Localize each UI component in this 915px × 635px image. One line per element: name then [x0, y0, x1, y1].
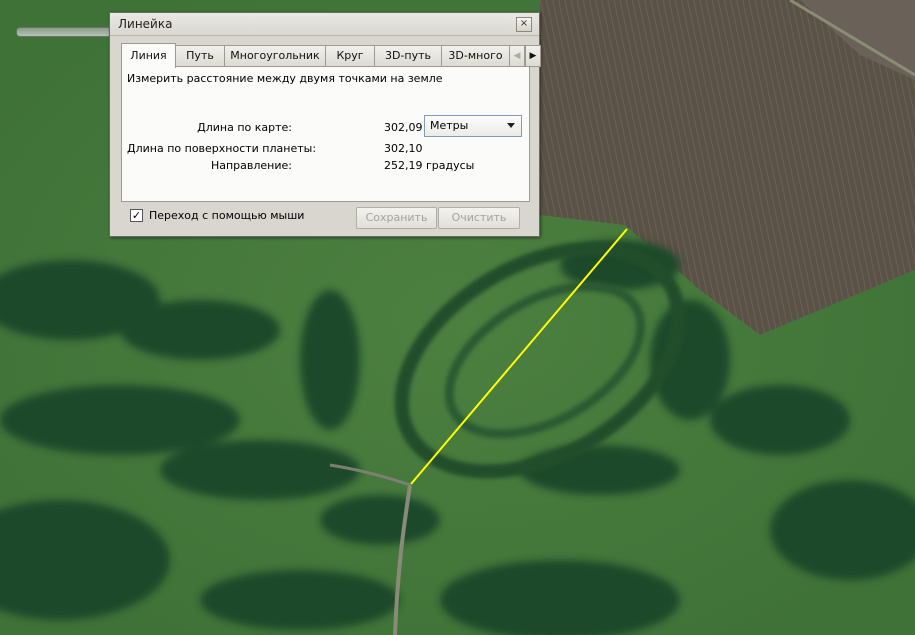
mouse-navigation-checkbox[interactable]: ✓ — [130, 209, 143, 222]
chevron-down-icon — [507, 123, 515, 128]
map-length-value: 302,09 — [384, 121, 423, 134]
tab-strip: Линия Путь Многоугольник Круг 3D-путь 3D… — [121, 43, 541, 68]
ruler-dialog: Линейка × Линия Путь Многоугольник Круг … — [109, 12, 541, 237]
chevron-right-icon[interactable]: ▶ — [525, 45, 541, 67]
tab-panel: Измерить расстояние между двумя точками … — [121, 66, 530, 202]
panel-description: Измерить расстояние между двумя точками … — [127, 72, 443, 85]
surface-length-value: 302,10 — [384, 142, 423, 155]
chevron-left-icon[interactable]: ◀ — [509, 45, 525, 67]
heading-label: Направление: — [210, 159, 292, 172]
units-select[interactable]: Метры — [424, 115, 522, 137]
tab-circle[interactable]: Круг — [325, 45, 375, 66]
tab-3d-path[interactable]: 3D-путь — [374, 45, 442, 66]
close-icon[interactable]: × — [516, 17, 532, 32]
tab-line[interactable]: Линия — [121, 43, 176, 68]
zoom-slider[interactable] — [16, 27, 114, 37]
dialog-title: Линейка — [118, 17, 173, 31]
tab-polygon[interactable]: Многоугольник — [224, 45, 326, 66]
save-button[interactable]: Сохранить — [356, 207, 437, 229]
heading-value: 252,19 градусы — [384, 159, 475, 172]
tab-3d-polygon[interactable]: 3D-много — [441, 45, 510, 66]
dialog-titlebar[interactable]: Линейка × — [110, 13, 539, 36]
surface-length-label: Длина по поверхности планеты: — [127, 142, 317, 155]
clear-button[interactable]: Очистить — [438, 207, 520, 229]
map-length-label: Длина по карте: — [197, 121, 292, 134]
units-selected: Метры — [430, 119, 469, 132]
mouse-navigation-label: Переход с помощью мыши — [149, 209, 305, 222]
tab-path[interactable]: Путь — [175, 45, 225, 66]
